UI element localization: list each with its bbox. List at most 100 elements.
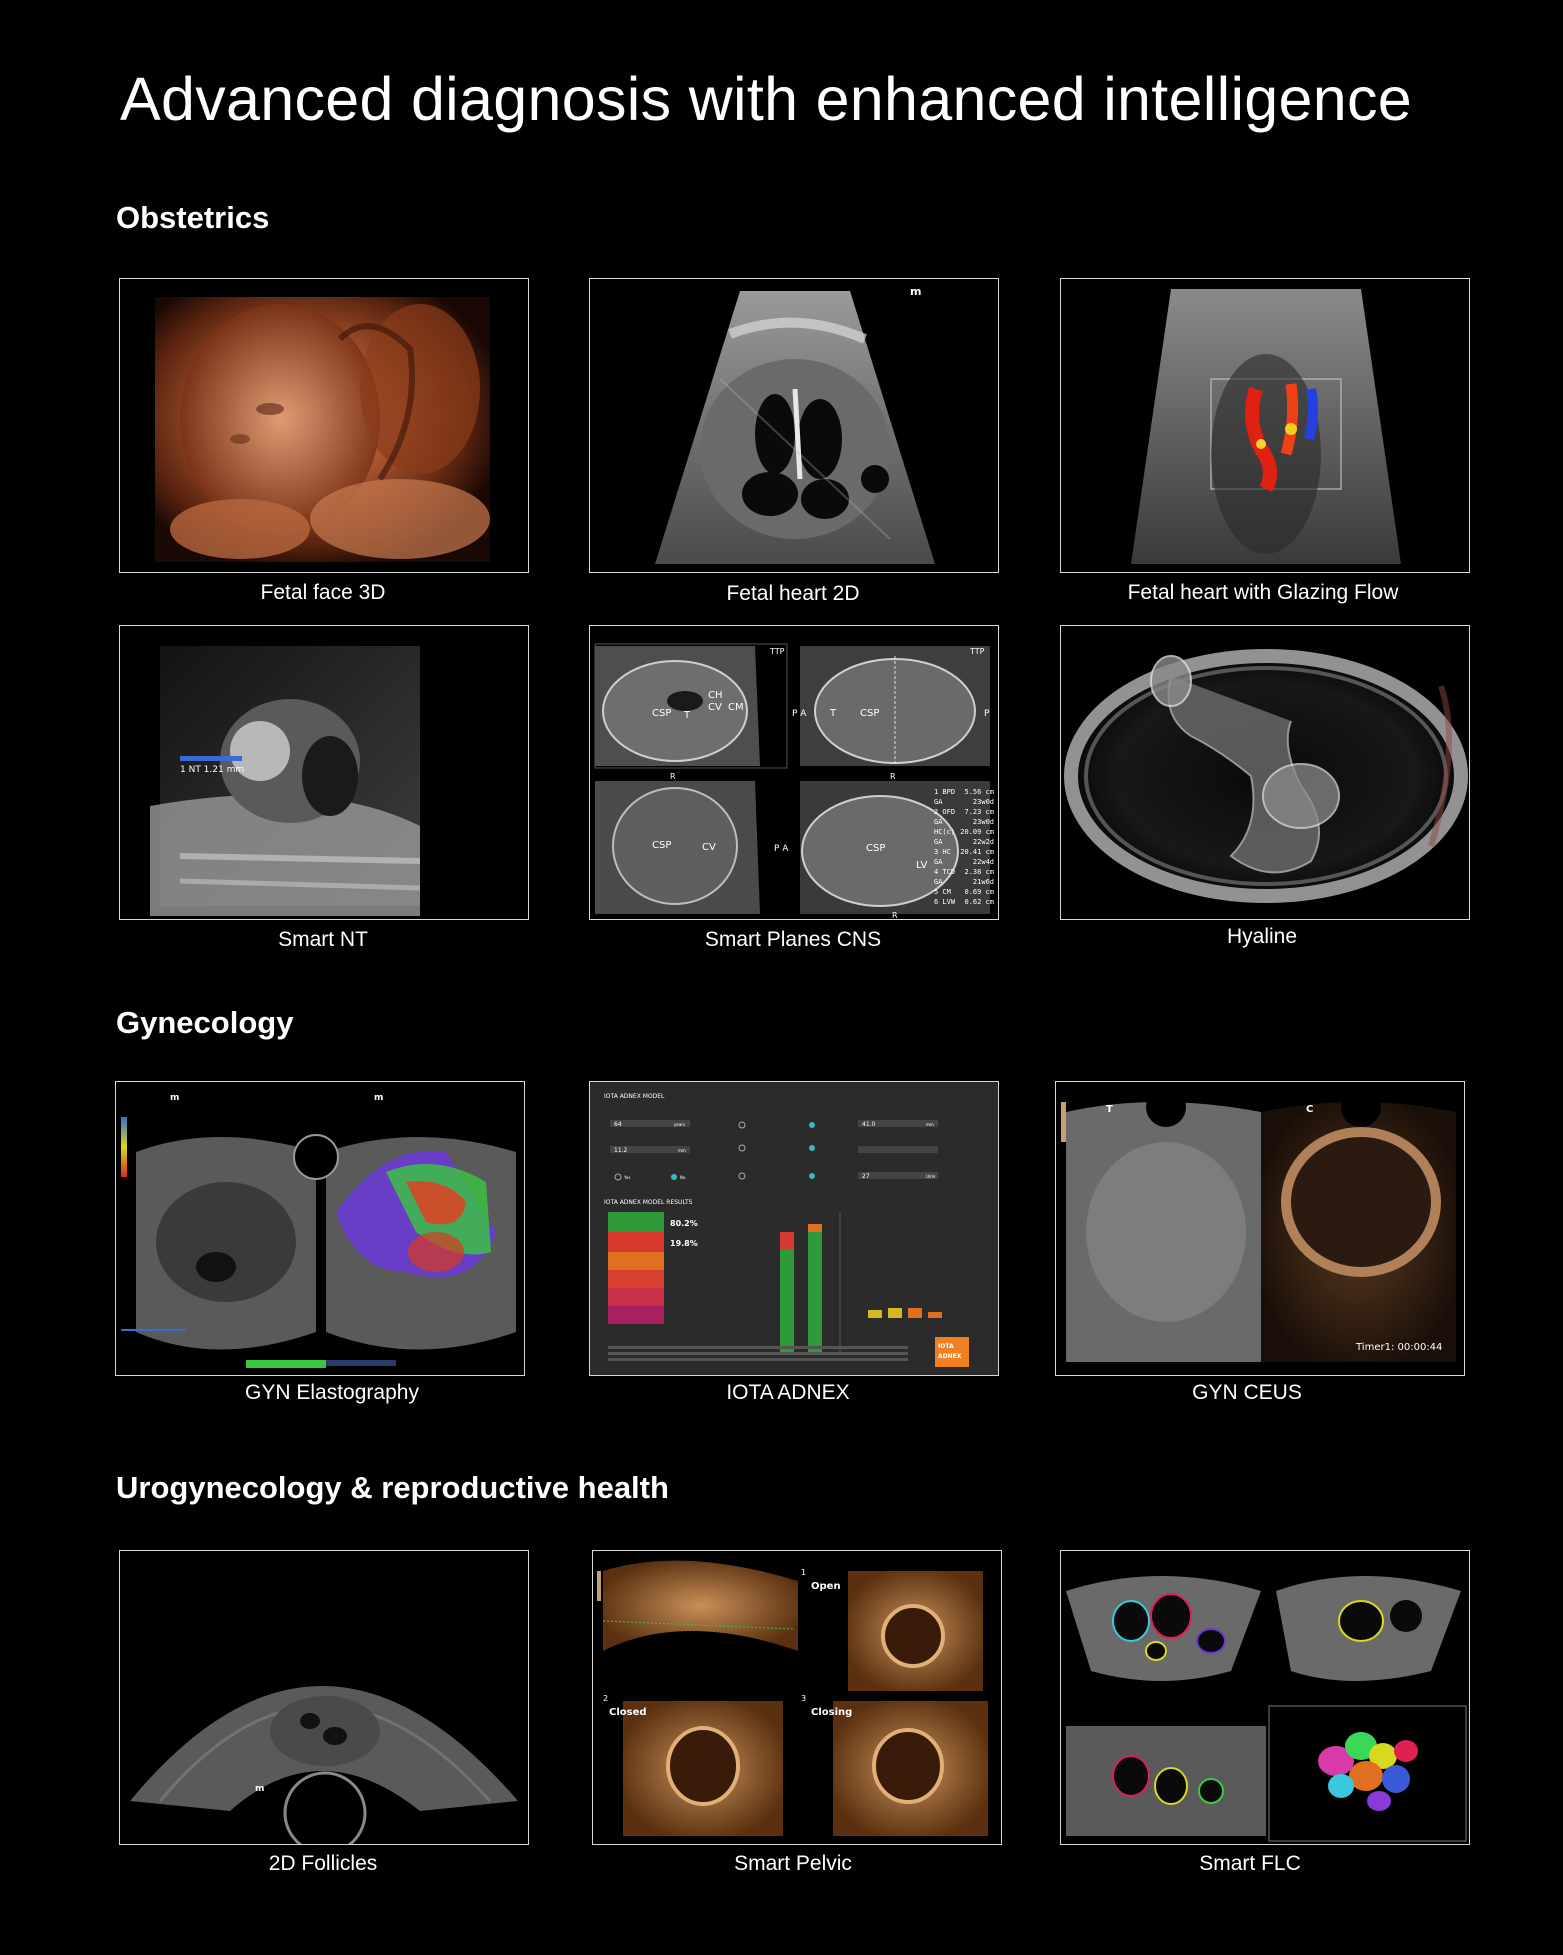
iota-adnex-report-screen: IOTA ADNEX MODEL 64 years 11.2 mm Yes No… [590, 1082, 998, 1375]
cns-measure-value: 5.56 cm [964, 788, 994, 796]
cns-r-label-2: R [890, 772, 896, 781]
cns-measure-label: HC(c) [934, 828, 955, 836]
cns-measure-label: 3 HC [934, 848, 951, 856]
cns-measure-label: 4 TCD [934, 868, 955, 876]
cns-measure-label: GA [934, 858, 943, 866]
iota-malignant-percent: 19.8% [670, 1239, 698, 1248]
cns-measure-label: 6 LVW [934, 898, 956, 906]
smart-planes-cns-quad-view: CSP T CH CV CM TTP R CSP T P A P TTP R C… [590, 626, 998, 919]
cns-csp-label-1: CSP [652, 708, 671, 719]
image-fetal-heart-glazing-flow [1060, 278, 1470, 573]
cns-measure-label: GA [934, 878, 943, 886]
iota-age-unit: years [674, 1122, 685, 1127]
cns-measure-label: GA [934, 838, 943, 846]
image-gyn-ceus: T C Timer1: 00:00:44 [1055, 1081, 1465, 1376]
cns-measure-value: 2.38 cm [964, 868, 994, 876]
cns-measure-value: 20.41 cm [960, 848, 994, 856]
image-fetal-heart-2d: m [589, 278, 999, 573]
cns-measure-value: 0.69 cm [964, 888, 994, 896]
image-smart-planes-cns: CSP T CH CV CM TTP R CSP T P A P TTP R C… [589, 625, 999, 920]
caption-smart-pelvic: Smart Pelvic [734, 1852, 852, 1875]
cns-t-label-2: T [829, 708, 837, 719]
image-gyn-elastography: m m [115, 1081, 525, 1376]
cns-cv-label-1: CV [708, 702, 722, 713]
image-smart-flc [1060, 1550, 1470, 1845]
cns-measure-value: 21w6d [973, 878, 994, 886]
cns-csp-label-3: CSP [652, 840, 671, 851]
iota-serum-value: 27 [862, 1173, 870, 1180]
cns-ch-label: CH [708, 690, 723, 701]
iota-serum-unit: U/ml [926, 1174, 935, 1179]
cns-r-label-1: R [670, 772, 676, 781]
iota-benign-percent: 80.2% [670, 1219, 698, 1228]
iota-max-unit: mm [926, 1122, 934, 1127]
cns-lv-label: LV [916, 860, 927, 871]
caption-smart-nt: Smart NT [278, 928, 368, 951]
cns-t-label-1: T [683, 710, 691, 721]
caption-smart-planes-cns: Smart Planes CNS [704, 928, 882, 951]
cns-measure-value: 23w0d [973, 798, 994, 806]
cns-cm-label: CM [728, 702, 744, 713]
smart-pelvic-quad-view: 1 Open 2 Closed 3 Closing [593, 1551, 1001, 1844]
cns-measure-value: 0.62 cm [964, 898, 994, 906]
glazing-flow-scan [1061, 279, 1469, 572]
image-smart-pelvic: 1 Open 2 Closed 3 Closing [592, 1550, 1002, 1845]
ceus-timer: Timer1: 00:00:44 [1355, 1342, 1442, 1353]
cns-ttp-label-1: TTP [769, 647, 785, 656]
iota-lesion-unit: mm [678, 1148, 686, 1153]
cns-measure-label: 1 BPD [934, 788, 955, 796]
ceus-t-label: T [1106, 1104, 1113, 1115]
caption-hyaline: Hyaline [1226, 925, 1298, 948]
cns-csp-label-2: CSP [860, 708, 879, 719]
image-2d-follicles: m [119, 1550, 529, 1845]
cns-measure-value: 23w0d [973, 818, 994, 826]
caption-gyn-elastography: GYN Elastography [245, 1381, 419, 1404]
follicles-modality-marker: m [255, 1784, 264, 1794]
pelvic-closed-label: Closed [609, 1707, 647, 1718]
iota-no-1: No [680, 1175, 686, 1180]
pelvic-number-3: 3 [801, 1694, 806, 1703]
cns-measure-value: 7.23 cm [964, 808, 994, 816]
elasto-marker-left: m [170, 1093, 179, 1103]
gyn-ceus-scan: T C Timer1: 00:00:44 [1056, 1082, 1464, 1375]
cns-measure-value: 22w4d [973, 858, 994, 866]
gyn-elastography-scan: m m [116, 1082, 524, 1375]
follicles-2d-scan: m [120, 1551, 528, 1844]
cns-measure-label: GA [934, 798, 943, 806]
cns-measure-value: 22w2d [973, 838, 994, 846]
cns-measure-label: GA [934, 818, 943, 826]
cns-p-label: P [984, 709, 990, 719]
caption-2d-follicles: 2D Follicles [268, 1852, 378, 1875]
iota-logo-line-1: IOTA [938, 1343, 954, 1350]
image-hyaline [1060, 625, 1470, 920]
fetal-face-3d-render [120, 279, 528, 572]
pelvic-closing-label: Closing [811, 1707, 852, 1718]
smart-nt-scan: 1 NT 1.21 mm [120, 626, 528, 919]
modality-marker: m [910, 285, 921, 298]
image-smart-nt: 1 NT 1.21 mm [119, 625, 529, 920]
caption-gyn-ceus: GYN CEUS [1192, 1381, 1302, 1404]
iota-model-title: IOTA ADNEX MODEL [604, 1093, 665, 1100]
cns-measure-label: 5 CM [934, 888, 951, 896]
section-heading-urogynecology: Urogynecology & reproductive health [116, 1470, 669, 1505]
pelvic-number-2: 2 [603, 1694, 608, 1703]
iota-age-value: 64 [614, 1121, 622, 1128]
elasto-marker-right: m [374, 1093, 383, 1103]
section-heading-gynecology: Gynecology [116, 1005, 294, 1040]
caption-fetal-heart-2d: Fetal heart 2D [726, 582, 860, 605]
pelvic-number-1: 1 [801, 1568, 806, 1577]
image-iota-adnex: IOTA ADNEX MODEL 64 years 11.2 mm Yes No… [589, 1081, 999, 1376]
hyaline-render [1061, 626, 1469, 919]
iota-results-title: IOTA ADNEX MODEL RESULTS [604, 1199, 693, 1206]
cns-measure-label: 2 OFD [934, 808, 955, 816]
iota-lesion-value: 11.2 [614, 1147, 628, 1154]
smart-flc-follicle-count [1061, 1551, 1469, 1844]
pelvic-open-label: Open [811, 1581, 841, 1592]
image-fetal-face-3d [119, 278, 529, 573]
iota-logo-line-2: ADNEX [938, 1353, 962, 1360]
nt-measurement-label: 1 NT 1.21 mm [180, 765, 244, 775]
cns-pa-label-2: P A [774, 844, 789, 854]
cns-cv-label-2: CV [702, 842, 716, 853]
caption-fetal-heart-glazing-flow: Fetal heart with Glazing Flow [1127, 581, 1399, 604]
iota-max-value: 41.0 [862, 1121, 876, 1128]
